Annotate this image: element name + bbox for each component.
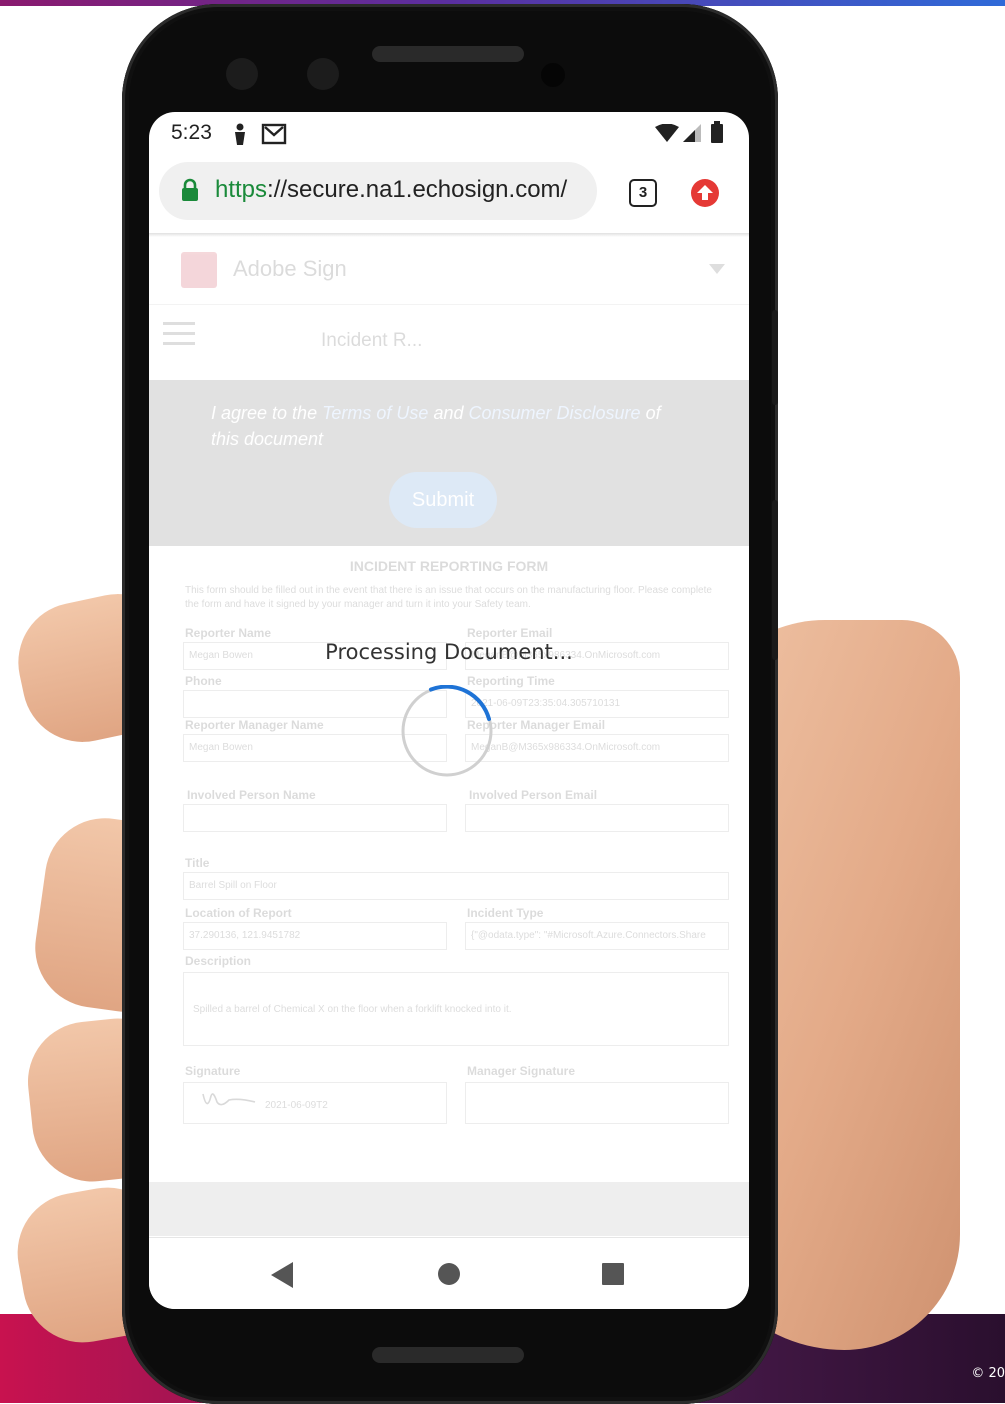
consent-middle: and <box>428 403 469 423</box>
address-bar[interactable]: https://secure.na1.echosign.com/ <box>159 162 597 220</box>
involved-name-label: Involved Person Name <box>187 788 316 802</box>
menu-line <box>163 342 195 345</box>
involved-email-label: Involved Person Email <box>469 788 598 802</box>
signature-scribble-icon <box>202 1093 256 1106</box>
status-bar: 5:23 <box>149 112 749 154</box>
recents-icon[interactable] <box>601 1262 625 1286</box>
form-description: This form should be filled out in the ev… <box>185 585 712 610</box>
location-value: 37.290136, 121.9451782 <box>189 930 301 941</box>
consent-bar: I agree to the Terms of Use and Consumer… <box>149 380 749 546</box>
tab-switcher-button[interactable]: 3 <box>629 179 657 207</box>
android-nav-bar <box>149 1237 749 1309</box>
adobe-sign-logo-icon <box>181 252 217 288</box>
menu-line <box>163 322 195 325</box>
front-camera-icon <box>226 58 258 90</box>
page-footer-band <box>149 1182 749 1236</box>
incident-type-value: {"@odata.type": "#Microsoft.Azure.Connec… <box>471 930 706 941</box>
chrome-update-button[interactable] <box>691 179 719 207</box>
battery-icon <box>711 121 723 143</box>
proximity-sensor-icon <box>541 63 565 87</box>
phone-label: Phone <box>185 674 222 688</box>
front-camera-2-icon <box>307 58 339 90</box>
manager-name-label: Reporter Manager Name <box>185 718 324 732</box>
description-label: Description <box>185 954 252 968</box>
description-value: Spilled a barrel of Chemical X on the fl… <box>193 1004 512 1015</box>
phone-screen: 5:23 https://secure.na1.echosign.com/ 3 <box>149 112 749 1309</box>
manager-signature-field[interactable] <box>465 1082 729 1124</box>
loading-spinner-icon <box>401 685 493 777</box>
submit-button[interactable]: Submit <box>389 472 497 528</box>
reporter-name-label: Reporter Name <box>185 626 272 640</box>
bottom-speaker <box>372 1347 524 1363</box>
title-label: Title <box>185 856 210 870</box>
involved-email-field[interactable] <box>465 804 729 832</box>
wifi-icon <box>655 124 679 142</box>
manager-signature-label: Manager Signature <box>467 1064 576 1078</box>
terms-of-use-link[interactable]: Terms of Use <box>322 403 428 423</box>
url-host: ://secure.na1.echosign.com/ <box>267 176 568 203</box>
adobe-sign-header: Adobe Sign <box>149 236 749 305</box>
involved-name-field[interactable] <box>183 804 447 832</box>
form-title: INCIDENT REPORTING FORM <box>349 558 549 574</box>
manager-name-value: Megan Bowen <box>189 742 253 753</box>
location-label: Location of Report <box>185 906 292 920</box>
reporting-time-value: 2021-06-09T23:35:04.305710131 <box>471 698 621 709</box>
url-text: https://secure.na1.echosign.com/ <box>215 176 567 204</box>
consumer-disclosure-link[interactable]: Consumer Disclosure <box>469 403 641 423</box>
consent-prefix: I agree to the <box>211 403 323 423</box>
consent-text: I agree to the Terms of Use and Consumer… <box>211 400 691 452</box>
url-scheme: https <box>215 176 268 203</box>
person-notification-icon <box>235 123 245 145</box>
status-time: 5:23 <box>171 121 212 144</box>
back-icon[interactable] <box>271 1262 295 1288</box>
title-value: Barrel Spill on Floor <box>189 880 277 891</box>
phone-volume-button <box>772 500 778 660</box>
incident-type-label: Incident Type <box>467 906 544 920</box>
signature-label: Signature <box>185 1064 241 1078</box>
phone-power-button <box>772 310 778 405</box>
signature-date: 2021-06-09T2 <box>265 1100 328 1111</box>
menu-line <box>163 332 195 335</box>
chevron-down-icon[interactable] <box>709 264 725 274</box>
home-icon[interactable] <box>437 1262 461 1286</box>
processing-message: Processing Document... <box>325 640 573 664</box>
earpiece-speaker <box>372 46 524 62</box>
document-title: Incident R... <box>321 330 423 351</box>
gmail-notification-icon <box>261 123 287 145</box>
manager-email-value: MeganB@M365x986334.OnMicrosoft.com <box>471 742 661 753</box>
reporter-email-label: Reporter Email <box>467 626 553 640</box>
copyright-text: © 20 <box>971 1366 1005 1381</box>
brand-name: Adobe Sign <box>233 256 347 281</box>
lock-icon <box>182 178 198 201</box>
arrow-up-icon <box>697 185 713 200</box>
cell-signal-icon <box>683 124 701 142</box>
